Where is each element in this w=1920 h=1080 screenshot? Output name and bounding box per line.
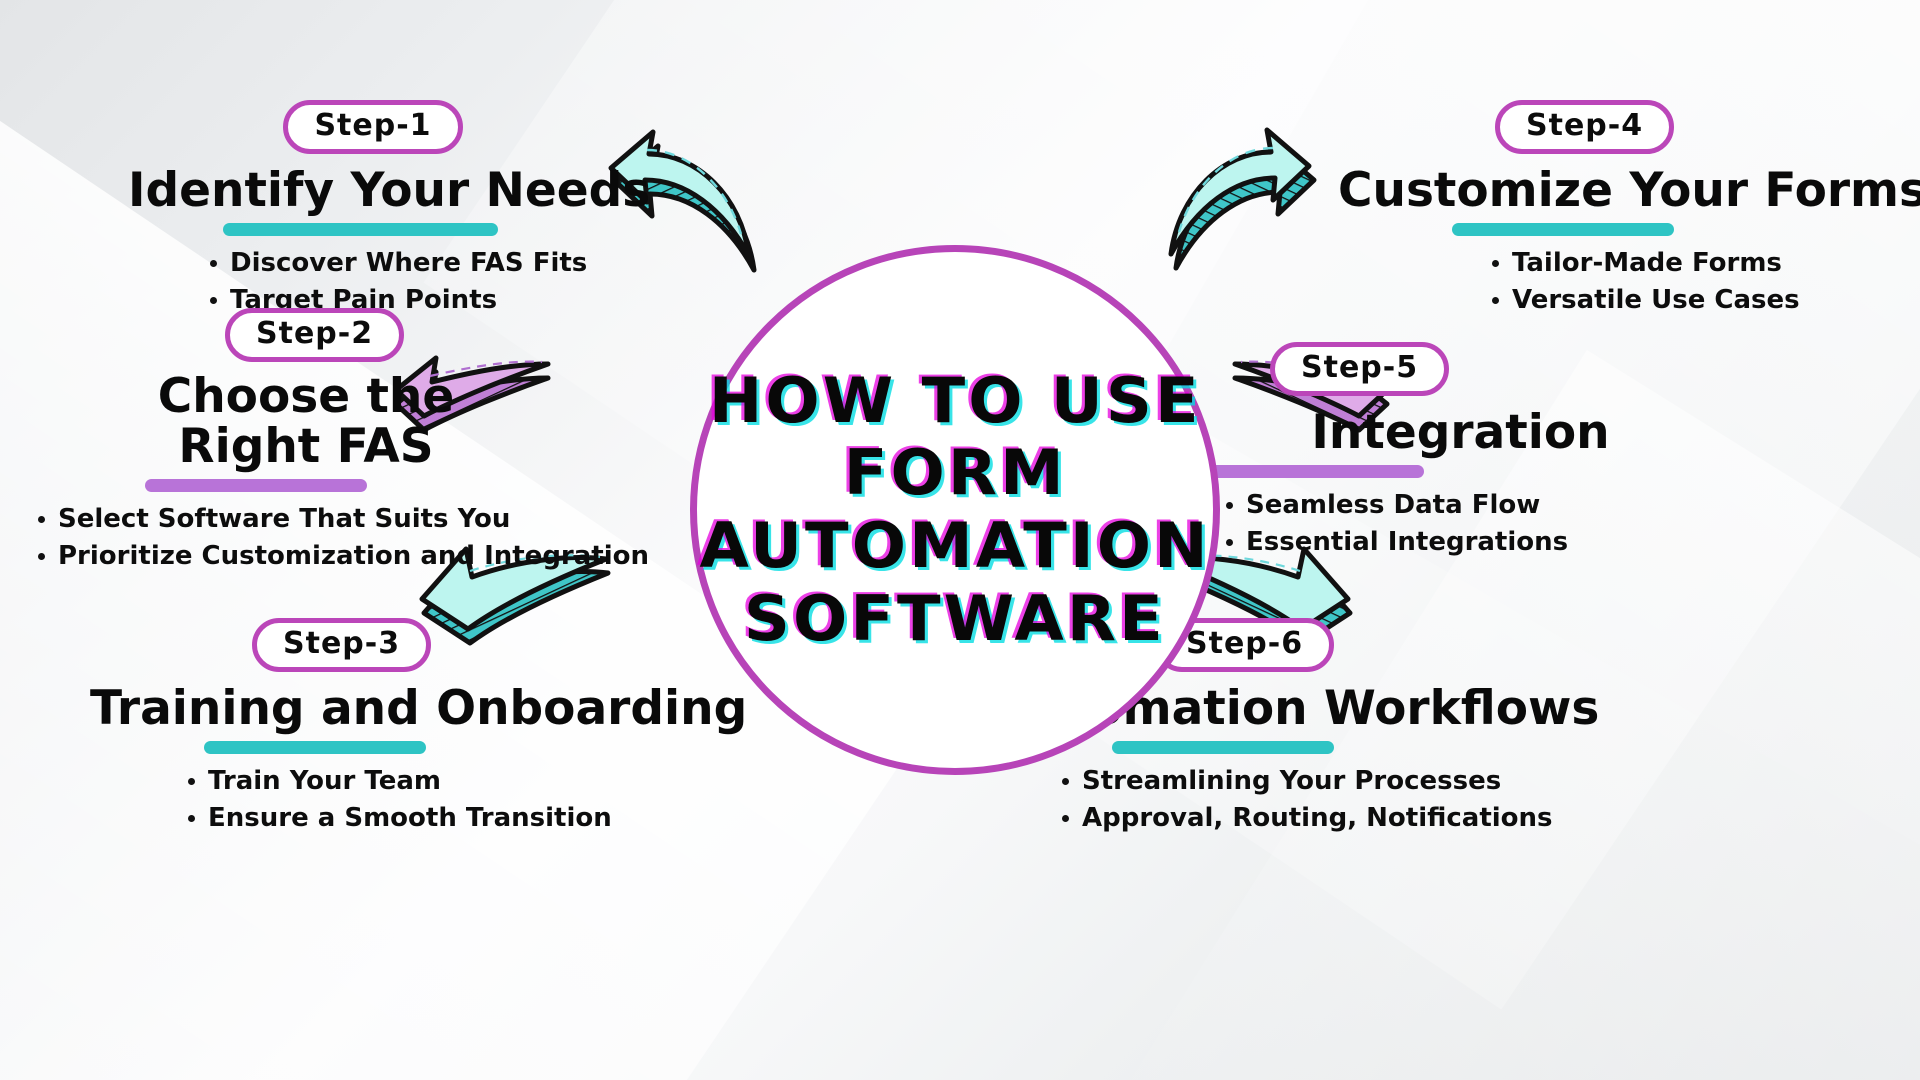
step-6-bullets: Streamlining Your Processes Approval, Ro… (1058, 765, 1553, 836)
list-item: Select Software That Suits You (34, 503, 550, 536)
step-6-underline (1112, 741, 1334, 755)
step-block-3: Step-3 Training and Onboarding Train You… (90, 618, 748, 840)
list-item: Versatile Use Cases (1488, 284, 1860, 317)
step-1-title: Identify Your Needs (128, 163, 651, 219)
step-2-underline (145, 479, 367, 493)
arrow-step-4-icon (1168, 127, 1317, 271)
step-3-bullets: Train Your Team Ensure a Smooth Transiti… (184, 765, 612, 836)
step-4-title: Customize Your Forms (1338, 163, 1920, 219)
step-1-underline (223, 223, 498, 237)
step-5-bullets: Seamless Data Flow Essential Integration… (1222, 489, 1722, 560)
list-item: Prioritize Customization and Integration (34, 540, 649, 573)
step-block-2: Step-2 Choose the Right FAS Select Softw… (30, 308, 649, 578)
step-2-title-line-2: Right FAS (178, 419, 434, 475)
list-item: Seamless Data Flow (1222, 489, 1722, 522)
step-5-title: Integration (1311, 405, 1610, 461)
list-item: Approval, Routing, Notifications (1058, 802, 1553, 835)
step-block-4: Step-4 Customize Your Forms Tailor-Made … (1338, 100, 1920, 322)
step-5-badge: Step-5 (1270, 342, 1450, 397)
list-item: Streamlining Your Processes (1058, 765, 1520, 798)
list-item: Essential Integrations (1222, 526, 1722, 559)
step-3-underline (204, 741, 426, 755)
step-4-underline (1452, 223, 1674, 237)
hub-title-line-4: SOFTWARE (744, 581, 1166, 655)
step-2-badge: Step-2 (225, 308, 405, 363)
step-4-bullets: Tailor-Made Forms Versatile Use Cases (1488, 247, 1860, 318)
step-2-bullets: Select Software That Suits You Prioritiz… (34, 503, 649, 574)
infographic-canvas: HOW TO USE FORM AUTOMATION SOFTWARE Step… (0, 0, 1920, 1080)
step-5-underline (1202, 465, 1424, 479)
step-3-badge: Step-3 (252, 618, 432, 673)
hub-title-line-2: FORM (843, 436, 1067, 510)
step-1-badge: Step-1 (283, 100, 463, 155)
step-block-5: Step-5 Integration Seamless Data Flow Es… (1202, 342, 1722, 564)
hub-title-line-3: AUTOMATION (699, 509, 1211, 582)
step-3-title: Training and Onboarding (90, 681, 748, 737)
list-item: Tailor-Made Forms (1488, 247, 1860, 280)
step-4-badge: Step-4 (1495, 100, 1675, 155)
hub-title-line-1: HOW TO USE (708, 363, 1202, 437)
list-item: Train Your Team (184, 765, 612, 798)
list-item: Ensure a Smooth Transition (184, 802, 612, 835)
step-2-title-line-1: Choose the (157, 369, 455, 425)
list-item: Discover Where FAS Fits (206, 247, 588, 280)
step-block-1: Step-1 Identify Your Needs Discover Wher… (128, 100, 651, 322)
center-hub: HOW TO USE FORM AUTOMATION SOFTWARE (690, 245, 1220, 775)
